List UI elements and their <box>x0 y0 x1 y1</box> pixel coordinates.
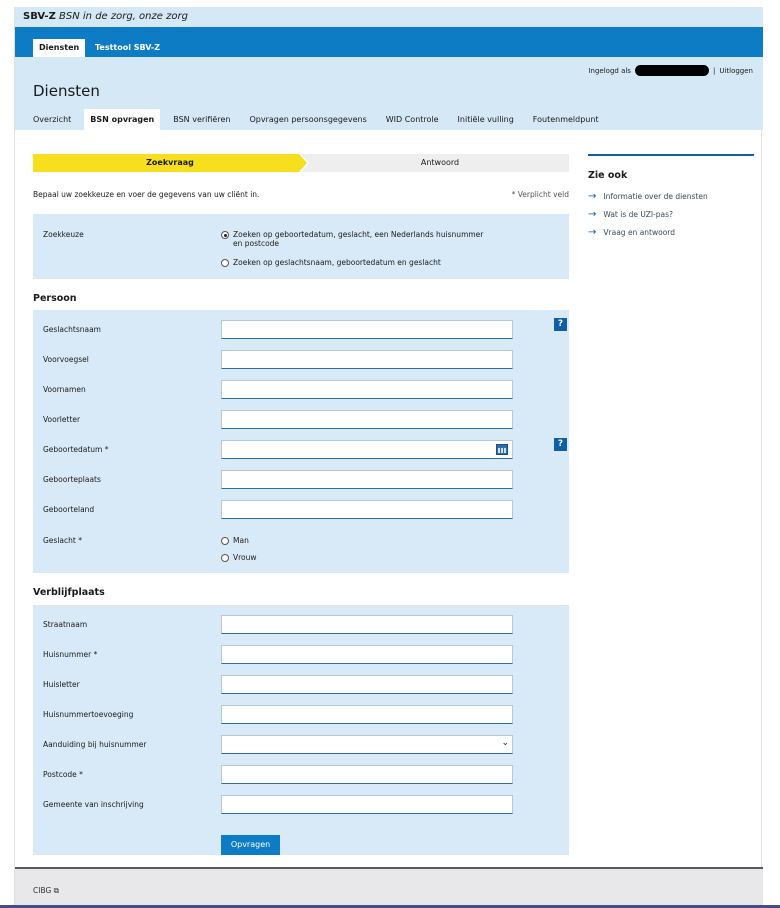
radio-zoekkeuze-1[interactable]: Zoeken op geboortedatum, geslacht, een N… <box>221 230 483 248</box>
label-huisletter: Huisletter <box>43 680 80 689</box>
radio-unselected-icon[interactable] <box>221 554 229 562</box>
chevron-down-icon[interactable]: ⌄ <box>501 738 509 748</box>
subnav-wid-controle[interactable]: WID Controle <box>380 109 445 130</box>
site-topbar: SBV-Z BSN in de zorg, onze zorg <box>15 7 763 27</box>
gemeente-input[interactable] <box>221 795 513 814</box>
voorletter-input[interactable] <box>221 410 513 429</box>
redacted-username <box>634 65 709 76</box>
radio-unselected-icon[interactable] <box>221 537 229 545</box>
main-content: Zoekvraag Antwoord Bepaal uw zoekkeuze e… <box>33 154 569 855</box>
logout-link[interactable]: Uitloggen <box>719 67 753 75</box>
voornamen-input[interactable] <box>221 380 513 399</box>
required-note: * Verplicht veld <box>511 190 569 199</box>
radio-option-label: Zoeken op geslachtsnaam, geboortedatum e… <box>233 258 441 267</box>
label-voorletter: Voorletter <box>43 415 81 424</box>
radio-unselected-icon[interactable] <box>221 259 229 267</box>
radio-option-label: Zoeken op geboortedatum, geslacht, een N… <box>233 230 484 248</box>
huisnummer-input[interactable] <box>221 645 513 664</box>
straatnaam-input[interactable] <box>221 615 513 634</box>
subnav-bsn-verifieren[interactable]: BSN verifiëren <box>167 109 236 130</box>
radio-zoekkeuze-2[interactable]: Zoeken op geslachtsnaam, geboortedatum e… <box>221 258 441 267</box>
arrow-right-icon: → <box>588 208 597 220</box>
label-straatnaam: Straatnaam <box>43 620 88 629</box>
intro-text: Bepaal uw zoekkeuze en voer de gegevens … <box>33 190 260 199</box>
label-voornamen: Voornamen <box>43 385 86 394</box>
arrow-right-icon: → <box>588 226 597 238</box>
geboorteland-input[interactable] <box>221 500 513 519</box>
section-title-persoon: Persoon <box>33 293 77 304</box>
help-icon[interactable]: ? <box>554 438 567 451</box>
label-geboorteplaats: Geboorteplaats <box>43 475 101 484</box>
page-title: Diensten <box>33 82 100 100</box>
radio-option-label: Vrouw <box>233 553 257 562</box>
sidebar-title: Zie ook <box>588 170 628 181</box>
page-header: Ingelogd als | Uitloggen Diensten Overzi… <box>15 57 763 130</box>
subnav-initiele-vulling[interactable]: Initiële vulling <box>452 109 520 130</box>
step-zoekvraag: Zoekvraag <box>33 154 307 172</box>
opvragen-button[interactable]: Opvragen <box>221 835 280 855</box>
sidebar-link-vraag-antwoord[interactable]: → Vraag en antwoord <box>588 223 754 241</box>
radio-man[interactable]: Man <box>221 536 249 545</box>
label-postcode: Postcode * <box>43 770 83 779</box>
persoon-panel: Geslachtsnaam Voorvoegsel Voornamen Voor… <box>33 310 569 573</box>
top-navigation: Diensten Testtool SBV-Z <box>15 27 763 57</box>
page-footer: CIBG ⧉ <box>15 867 763 905</box>
login-separator: | <box>712 66 716 75</box>
label-gemeente: Gemeente van inschrijving <box>43 800 144 809</box>
brand-tagline: BSN in de zorg, onze zorg <box>59 11 188 22</box>
verblijfplaats-panel: Straatnaam Huisnummer * Huisletter Huisn… <box>33 605 569 855</box>
footer-link-cibg[interactable]: CIBG ⧉ <box>33 886 59 896</box>
label-geboorteland: Geboorteland <box>43 505 95 514</box>
label-geslachtsnaam: Geslachtsnaam <box>43 325 101 334</box>
subnav-opvragen-persoonsgegevens[interactable]: Opvragen persoonsgegevens <box>243 109 372 130</box>
brand-name: SBV-Z <box>23 11 56 22</box>
label-aanduiding: Aanduiding bij huisnummer <box>43 740 147 749</box>
sidebar-link-informatie[interactable]: → Informatie over de diensten <box>588 187 754 205</box>
subnav-bsn-opvragen[interactable]: BSN opvragen <box>84 109 161 130</box>
tab-diensten[interactable]: Diensten <box>33 39 86 57</box>
label-huisnummertoevoeging: Huisnummertoevoeging <box>43 710 134 719</box>
help-icon[interactable]: ? <box>554 318 567 331</box>
sidebar: Zie ook → Informatie over de diensten → … <box>588 154 754 241</box>
sidebar-divider <box>588 154 754 156</box>
huisletter-input[interactable] <box>221 675 513 694</box>
sub-navigation: Overzicht BSN opvragen BSN verifiëren Op… <box>27 109 612 130</box>
radio-vrouw[interactable]: Vrouw <box>221 553 257 562</box>
label-voorvoegsel: Voorvoegsel <box>43 355 89 364</box>
radio-selected-icon[interactable] <box>221 231 229 239</box>
radio-option-label: Man <box>233 536 249 545</box>
label-huisnummer: Huisnummer * <box>43 650 98 659</box>
aanduiding-select[interactable]: ⌄ <box>221 735 513 754</box>
subnav-overzicht[interactable]: Overzicht <box>27 109 77 130</box>
postcode-input[interactable] <box>221 765 513 784</box>
step-antwoord: Antwoord <box>301 154 569 172</box>
sidebar-link-uzi-pas[interactable]: → Wat is de UZI-pas? <box>588 205 754 223</box>
logged-in-label: Ingelogd als <box>588 66 631 75</box>
geslachtsnaam-input[interactable] <box>221 320 513 339</box>
zoekkeuze-panel: Zoekkeuze Zoeken op geboortedatum, gesla… <box>33 214 569 279</box>
geboorteplaats-input[interactable] <box>221 470 513 489</box>
voorvoegsel-input[interactable] <box>221 350 513 369</box>
tab-testtool[interactable]: Testtool SBV-Z <box>89 39 166 57</box>
browser-frame: SBV-Z BSN in de zorg, onze zorg Diensten… <box>14 7 763 905</box>
calendar-icon[interactable] <box>496 444 508 455</box>
label-geboortedatum: Geboortedatum * <box>43 445 109 454</box>
step-indicator: Zoekvraag Antwoord <box>33 154 569 172</box>
login-status: Ingelogd als | Uitloggen <box>588 65 753 76</box>
geboortedatum-input[interactable] <box>221 440 513 459</box>
zoekkeuze-label: Zoekkeuze <box>43 230 84 239</box>
huisnummertoevoeging-input[interactable] <box>221 705 513 724</box>
arrow-right-icon: → <box>588 190 597 202</box>
section-title-verblijfplaats: Verblijfplaats <box>33 587 105 598</box>
subnav-foutenmeldpunt[interactable]: Foutenmeldpunt <box>527 109 605 130</box>
label-geslacht: Geslacht * <box>43 536 82 545</box>
